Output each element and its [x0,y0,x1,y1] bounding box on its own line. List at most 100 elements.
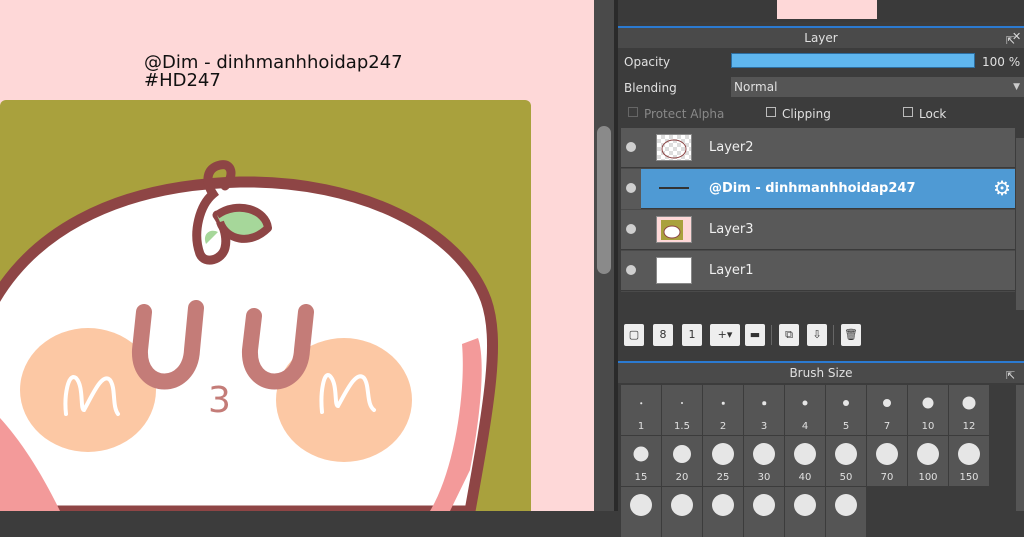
close-icon[interactable]: ✕ [1012,30,1021,43]
blending-select[interactable]: Normal ▼ [731,77,1024,97]
opacity-value: 100 % [982,55,1021,69]
layer-panel-title: Layer [804,31,838,45]
layer-list: Layer2 @Dim - dinhmanhhoidap247 ⚙ Layer3… [621,128,1015,292]
brush-size-option[interactable]: 3 [744,385,784,435]
brush-size-option[interactable]: 70 [867,436,907,486]
brush-dot-icon [753,443,775,465]
add-layer-icon[interactable]: +▾ [710,324,740,346]
visibility-eye-icon[interactable] [626,183,636,193]
brush-size-grid: 1 1.5 2 3 4 5 7 10 12 15 20 25 30 40 50 70 100 150 [618,383,1024,537]
brush-dot-icon [876,443,898,465]
brush-size-label: 25 [716,472,730,483]
visibility-eye-icon[interactable] [626,224,636,234]
layer-thumbnail [656,175,692,202]
delete-icon[interactable]: 🗑 [841,324,861,346]
brush-size-title: Brush Size [789,366,853,380]
brush-size-option[interactable] [703,487,743,537]
protect-alpha-checkbox[interactable] [628,107,638,117]
brush-dot-icon [835,443,857,465]
folder-icon[interactable]: ▬ [745,324,765,346]
toolbar-separator [833,325,834,345]
watermark-line2: #HD247 [144,70,221,91]
brush-dot-icon [753,494,775,516]
navigator-strip [618,0,1024,22]
visibility-eye-icon[interactable] [626,142,636,152]
layer-thumbnail [656,216,692,243]
brush-grid-scrollbar[interactable] [1016,385,1024,511]
brush-size-option[interactable] [826,487,866,537]
brush-size-option[interactable]: 12 [949,385,989,435]
new-1bit-layer-icon[interactable]: 1 [682,324,702,346]
dropdown-arrow-icon: ▼ [1013,82,1020,92]
layer-name: Layer3 [709,222,754,237]
brush-size-label: 100 [918,472,938,483]
brush-dot-icon [721,401,725,405]
lock-checkbox[interactable] [903,107,913,117]
brush-size-option[interactable]: 15 [621,436,661,486]
artwork: 3 [0,100,531,511]
new-8bit-layer-icon[interactable]: 8 [653,324,673,346]
brush-size-label: 1 [637,421,645,432]
brush-size-option[interactable]: 7 [867,385,907,435]
brush-dot-icon [681,402,683,404]
brush-size-option[interactable]: 40 [785,436,825,486]
canvas-scrollbar-thumb[interactable] [597,126,611,274]
leaf-shape [214,203,272,243]
brush-size-option[interactable]: 25 [703,436,743,486]
brush-size-option[interactable]: 4 [785,385,825,435]
brush-dot-icon [630,494,652,516]
drawing-canvas[interactable]: 3 @Dim - dinhmanhhoidap247 #HD247 [0,0,594,511]
layer-name: @Dim - dinhmanhhoidap247 [709,181,916,196]
brush-size-option[interactable] [785,487,825,537]
brush-size-option[interactable]: 20 [662,436,702,486]
brush-size-option[interactable]: 2 [703,385,743,435]
layer-toolbar: ▢ 8 1 +▾ ▬ ⧉ ⇩ 🗑 [618,320,1024,352]
brush-size-option[interactable]: 50 [826,436,866,486]
merge-icon[interactable]: ⇩ [807,324,827,346]
toolbar-separator [771,325,772,345]
brush-size-option[interactable] [621,487,661,537]
brush-size-option[interactable] [662,487,702,537]
brush-size-label: 40 [798,472,812,483]
blending-label: Blending [624,81,677,95]
brush-size-option[interactable] [744,487,784,537]
brush-size-label: 20 [675,472,689,483]
brush-dot-icon [802,400,808,406]
brush-size-label: 50 [839,472,853,483]
brush-dot-icon [673,445,691,463]
opacity-label: Opacity [624,55,671,69]
new-layer-icon[interactable]: ▢ [624,324,644,346]
layer-thumbnail [656,134,692,161]
opacity-slider[interactable] [731,53,975,68]
layer-row-active[interactable]: @Dim - dinhmanhhoidap247 ⚙ [621,169,1015,209]
layer-row[interactable]: Layer3 [621,210,1015,250]
clipping-label: Clipping [782,107,831,121]
clipping-checkbox[interactable] [766,107,776,117]
brush-size-option[interactable]: 1.5 [662,385,702,435]
brush-dot-icon [843,400,849,406]
layer-row[interactable]: Layer2 [621,128,1015,168]
gear-icon[interactable]: ⚙ [993,178,1011,198]
brush-size-option[interactable]: 1 [621,385,661,435]
brush-size-option[interactable]: 5 [826,385,866,435]
brush-size-option[interactable]: 150 [949,436,989,486]
layer-thumbnail [656,257,692,284]
layer-panel-header: Layer ⇱ [618,26,1024,48]
canvas-scrollbar[interactable] [594,0,614,511]
brush-size-label: 70 [880,472,894,483]
layer-row-visibility-area[interactable] [621,169,641,209]
brush-size-label: 15 [634,472,648,483]
brush-size-option[interactable]: 100 [908,436,948,486]
brush-size-option[interactable]: 10 [908,385,948,435]
brush-size-label: 5 [842,421,850,432]
brush-size-label: 2 [719,421,727,432]
brush-size-label: 12 [962,421,976,432]
brush-size-label: 7 [883,421,891,432]
navigator-thumbnail[interactable] [777,0,877,19]
visibility-eye-icon[interactable] [626,265,636,275]
brush-dot-icon [762,401,766,405]
layer-row[interactable]: Layer1 [621,251,1015,291]
duplicate-icon[interactable]: ⧉ [779,324,799,346]
layer-list-scrollbar[interactable] [1016,138,1024,310]
brush-size-option[interactable]: 30 [744,436,784,486]
